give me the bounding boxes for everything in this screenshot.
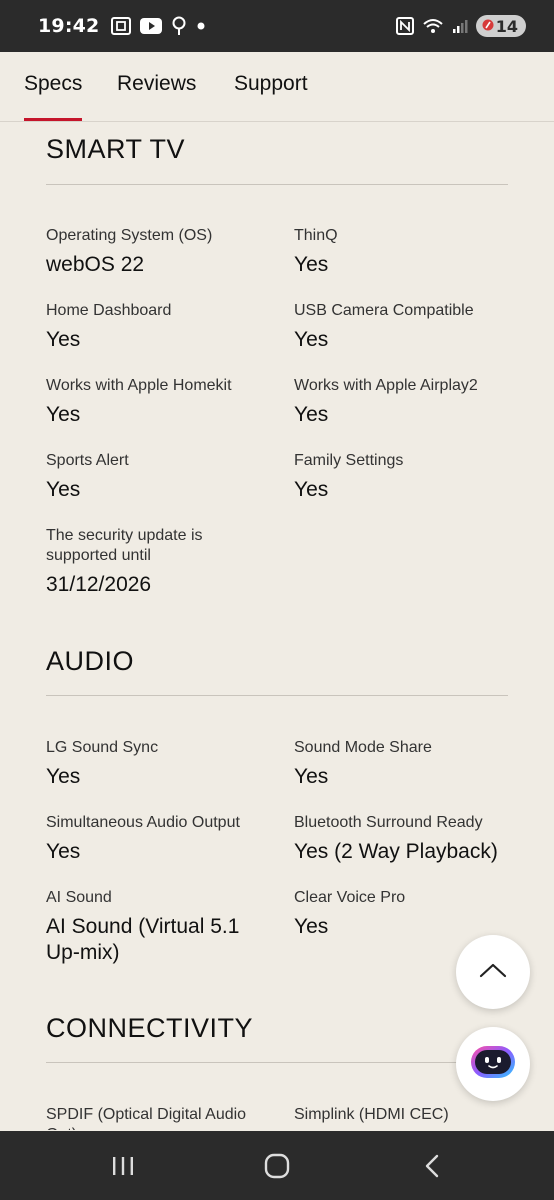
- screenshot-icon: [111, 17, 132, 35]
- section-title-smart-tv: SMART TV: [46, 134, 186, 164]
- spec-label: Sports Alert: [46, 452, 129, 469]
- spec-item: Operating System (OS) webOS 22: [46, 226, 271, 278]
- signal-icon: [452, 18, 468, 34]
- status-time: 19:42: [38, 15, 100, 37]
- status-right-icons: 14: [395, 15, 526, 37]
- dot-icon: [196, 21, 206, 31]
- spec-label: Family Settings: [294, 452, 404, 469]
- spec-label: Works with Apple Homekit: [46, 377, 232, 394]
- spec-item: Sound Mode Share Yes: [294, 738, 519, 790]
- spec-item: ThinQ Yes: [294, 226, 519, 278]
- spec-label: LG Sound Sync: [46, 739, 159, 756]
- spec-label: Clear Voice Pro: [294, 889, 406, 906]
- spec-label: Operating System (OS): [46, 227, 213, 244]
- spec-item: USB Camera Compatible Yes: [294, 301, 519, 353]
- spec-label: Simultaneous Audio Output: [46, 814, 240, 831]
- spec-value: Yes: [294, 328, 329, 351]
- chatbot-button[interactable]: [456, 1027, 530, 1101]
- back-icon[interactable]: [412, 1151, 452, 1181]
- status-left-icons: [111, 16, 206, 36]
- spec-value: Yes: [46, 765, 81, 788]
- spec-item: Simplink (HDMI CEC): [294, 1105, 519, 1125]
- section-divider: [46, 1062, 508, 1063]
- location-pin-icon: [171, 16, 187, 36]
- spec-item: Sports Alert Yes: [46, 451, 271, 503]
- spec-label: AI Sound: [46, 889, 112, 906]
- spec-label: Sound Mode Share: [294, 739, 432, 756]
- spec-item: Works with Apple Homekit Yes: [46, 376, 271, 428]
- spec-item: The security update is supported until 3…: [46, 526, 246, 598]
- recent-apps-icon[interactable]: [103, 1151, 143, 1181]
- tab-bar: Specs Reviews Support: [0, 52, 554, 122]
- active-tab-indicator: [24, 118, 82, 121]
- spec-item: Bluetooth Surround Ready Yes (2 Way Play…: [294, 813, 534, 865]
- spec-item: AI Sound AI Sound (Virtual 5.1 Up-mix): [46, 888, 266, 966]
- spec-label: Home Dashboard: [46, 302, 172, 319]
- spec-item: SPDIF (Optical Digital Audio Out): [46, 1105, 271, 1130]
- chatbot-icon: [466, 1042, 520, 1086]
- spec-label: SPDIF (Optical Digital Audio Out): [46, 1106, 247, 1130]
- spec-value: Yes: [294, 403, 329, 426]
- battery-indicator: 14: [475, 15, 526, 37]
- tab-support[interactable]: Support: [234, 72, 308, 96]
- wifi-icon: [422, 17, 444, 35]
- home-icon[interactable]: [257, 1151, 297, 1181]
- spec-value: Yes: [294, 478, 329, 501]
- nfc-icon: [395, 17, 414, 35]
- spec-label: USB Camera Compatible: [294, 302, 474, 319]
- section-title-connectivity: CONNECTIVITY: [46, 1013, 254, 1043]
- spec-item: Family Settings Yes: [294, 451, 519, 503]
- spec-label: The security update is supported until: [46, 527, 203, 564]
- spec-value: 31/12/2026: [46, 573, 152, 596]
- spec-value: Yes: [46, 403, 81, 426]
- spec-item: Works with Apple Airplay2 Yes: [294, 376, 519, 428]
- spec-value: Yes (2 Way Playback): [294, 840, 498, 863]
- scroll-to-top-button[interactable]: [456, 935, 530, 1009]
- spec-label: Works with Apple Airplay2: [294, 377, 478, 394]
- section-title-audio: AUDIO: [46, 646, 135, 676]
- youtube-icon: [140, 18, 163, 34]
- tab-reviews[interactable]: Reviews: [117, 72, 196, 96]
- chevron-up-icon: [478, 961, 508, 983]
- battery-level: 14: [495, 16, 518, 36]
- spec-label: Bluetooth Surround Ready: [294, 814, 483, 831]
- spec-item: LG Sound Sync Yes: [46, 738, 271, 790]
- spec-value: Yes: [46, 840, 81, 863]
- spec-item: Clear Voice Pro Yes: [294, 888, 519, 940]
- battery-saver-icon: [482, 17, 494, 36]
- system-nav-bar: [0, 1131, 554, 1200]
- spec-value: webOS 22: [46, 253, 145, 276]
- spec-value: Yes: [46, 328, 81, 351]
- spec-label: Simplink (HDMI CEC): [294, 1106, 449, 1123]
- spec-value: Yes: [46, 478, 81, 501]
- section-divider: [46, 695, 508, 696]
- spec-label: ThinQ: [294, 227, 338, 244]
- status-bar: 19:42 14: [0, 0, 554, 52]
- section-divider: [46, 184, 508, 185]
- spec-item: Simultaneous Audio Output Yes: [46, 813, 271, 865]
- tab-specs[interactable]: Specs: [24, 72, 82, 96]
- spec-value: AI Sound (Virtual 5.1 Up-mix): [46, 915, 240, 964]
- spec-item: Home Dashboard Yes: [46, 301, 271, 353]
- spec-value: Yes: [294, 253, 329, 276]
- spec-value: Yes: [294, 765, 329, 788]
